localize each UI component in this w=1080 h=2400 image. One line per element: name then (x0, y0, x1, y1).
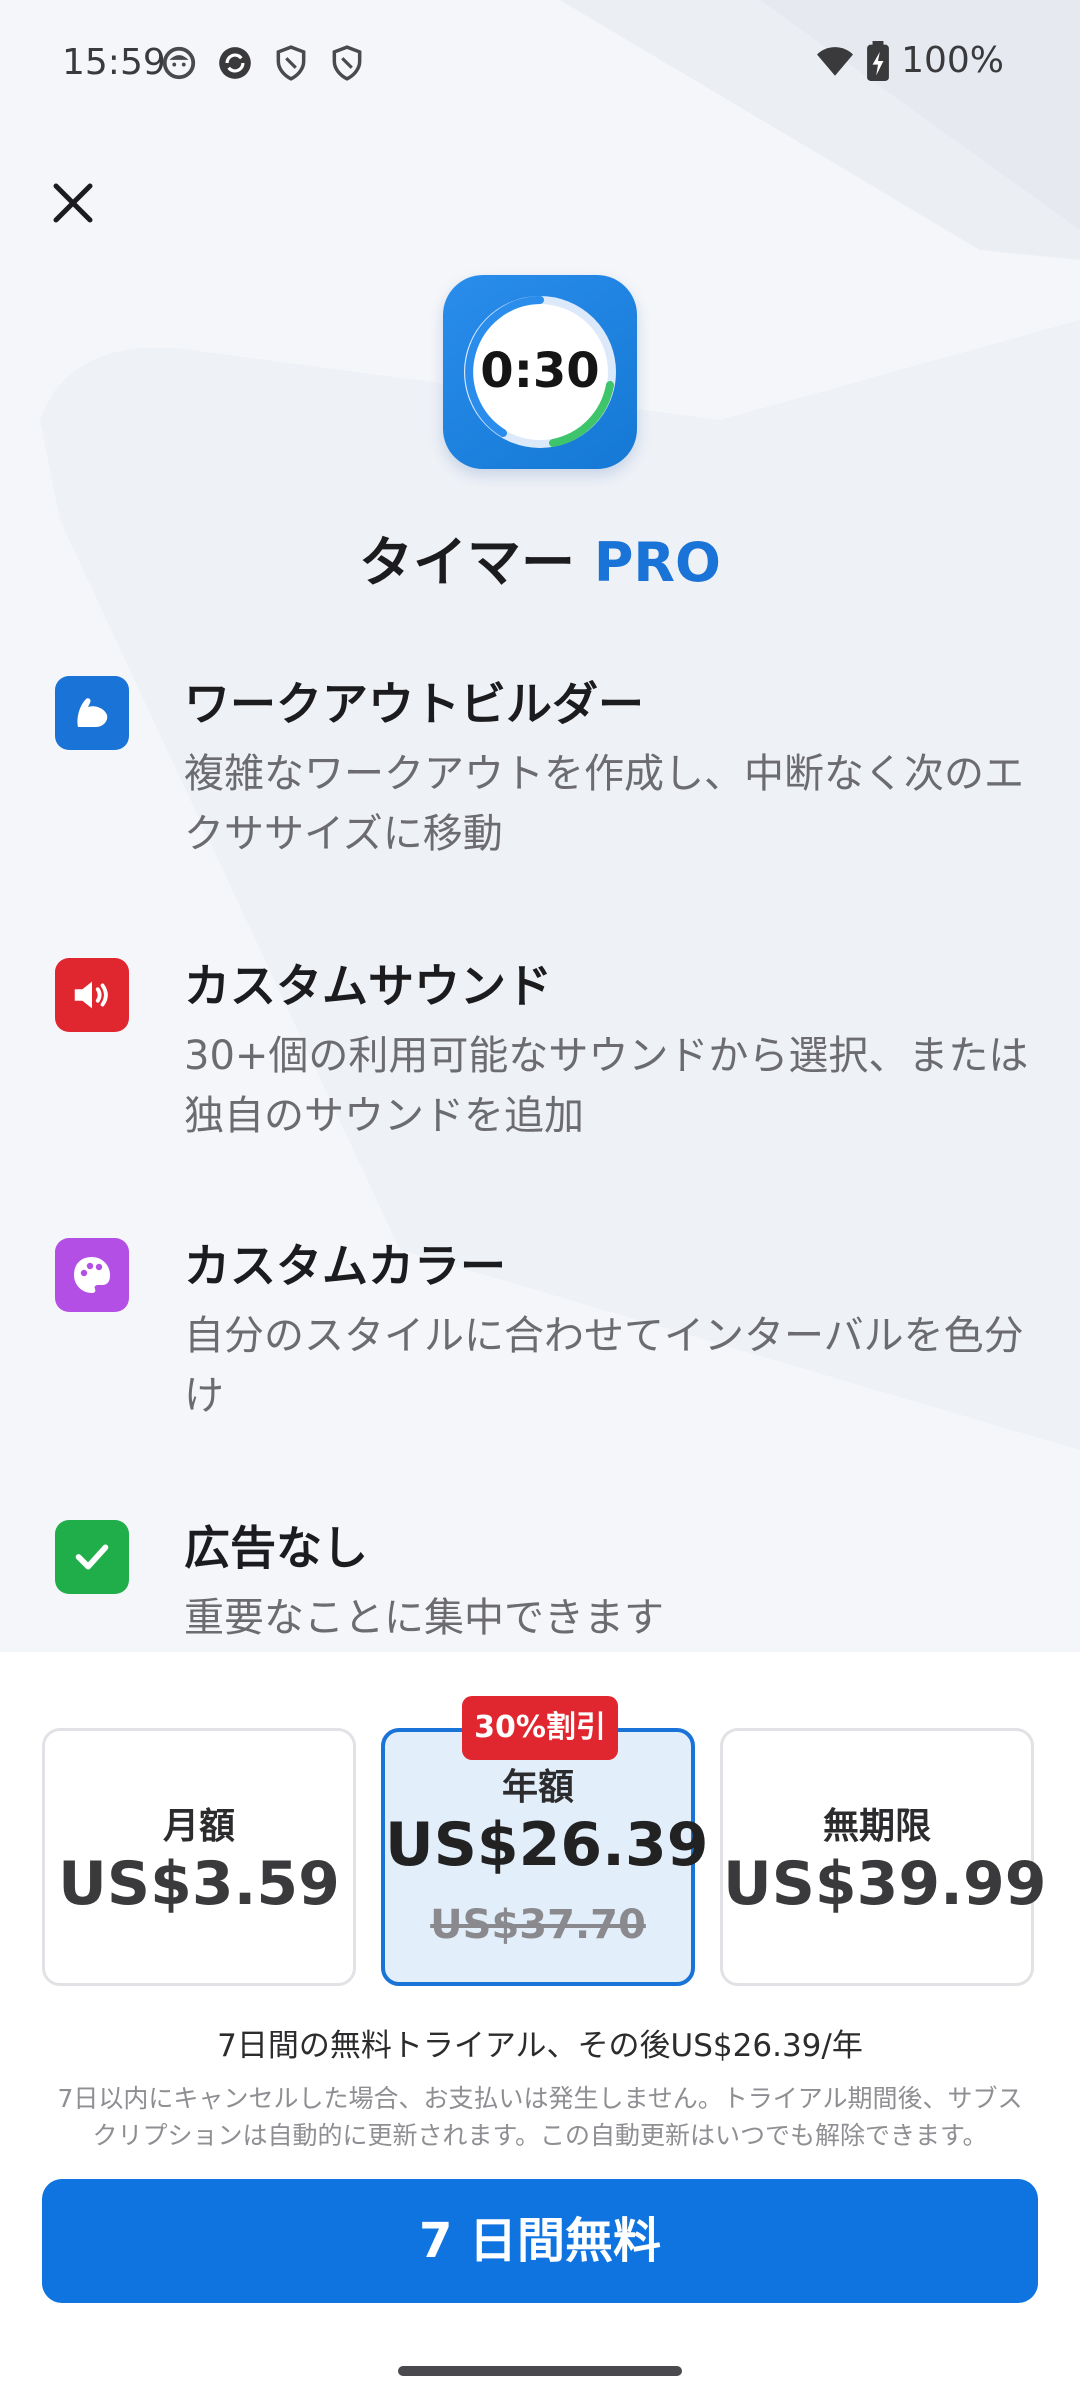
plan-price: US$3.59 (58, 1849, 340, 1919)
plan-monthly[interactable]: 月額 US$3.59 (42, 1728, 356, 1986)
discount-badge: 30%割引 (462, 1696, 618, 1760)
home-indicator[interactable] (398, 2366, 682, 2376)
plan-old-price: US$37.70 (430, 1902, 646, 1948)
sync-icon (219, 47, 251, 79)
title-main: タイマー (359, 531, 576, 594)
free-trial-button[interactable]: 7 日間無料 (42, 2179, 1038, 2303)
plan-name: 月額 (162, 1806, 235, 1847)
feature-title: カスタムサウンド (184, 959, 552, 1013)
speaker-icon (55, 958, 129, 1032)
purchase-sheet: 月額 US$3.59 年額 US$26.39 US$37.70 30%割引 無期… (0, 1652, 1080, 2400)
feature-desc: 30+個の利用可能なサウンドから選択、または独自のサウンドを追加 (184, 1033, 1029, 1139)
check-icon (55, 1520, 129, 1594)
shield-icon (276, 45, 306, 81)
feature-title: カスタムカラー (184, 1239, 506, 1293)
close-button[interactable] (46, 176, 100, 230)
status-time: 15:59 (62, 42, 166, 83)
palette-icon (55, 1238, 129, 1312)
plan-price: US$26.39 (385, 1810, 709, 1880)
app-icon-clock-text: 0:30 (480, 343, 600, 399)
feature-desc: 自分のスタイルに合わせてインターバルを色分け (184, 1313, 1024, 1419)
battery-charging-icon (867, 40, 889, 81)
muscle-icon (55, 676, 129, 750)
plan-price: US$39.99 (723, 1849, 1047, 1919)
page-title: タイマー PRO (0, 518, 1080, 597)
trial-info: 7日間の無料トライアル、その後US$26.39/年 (217, 2028, 863, 2064)
plan-lifetime[interactable]: 無期限 US$39.99 (720, 1728, 1047, 1986)
feature-desc: 重要なことに集中できます (184, 1595, 664, 1641)
app-icon: 0:30 (443, 275, 637, 469)
close-icon (53, 183, 93, 223)
feature-title: ワークアウトビルダー (184, 677, 644, 731)
face-icon (162, 46, 196, 80)
plan-name: 年額 (501, 1767, 574, 1808)
plan-yearly[interactable]: 年額 US$26.39 US$37.70 (381, 1728, 709, 1986)
wifi-icon (817, 46, 854, 76)
feature-desc: 複雑なワークアウトを作成し、中断なく次のエクササイズに移動 (184, 751, 1024, 857)
shield-icon (332, 45, 362, 81)
fine-print: 7日以内にキャンセルした場合、お支払いは発生しません。トライアル期間後、サブスク… (57, 2084, 1023, 2150)
plan-name: 無期限 (822, 1806, 931, 1847)
title-accent: PRO (593, 531, 721, 594)
status-bar: 15:59 100% (0, 0, 1080, 128)
feature-title: 広告なし (184, 1521, 368, 1575)
battery-percent: 100% (901, 40, 1004, 81)
